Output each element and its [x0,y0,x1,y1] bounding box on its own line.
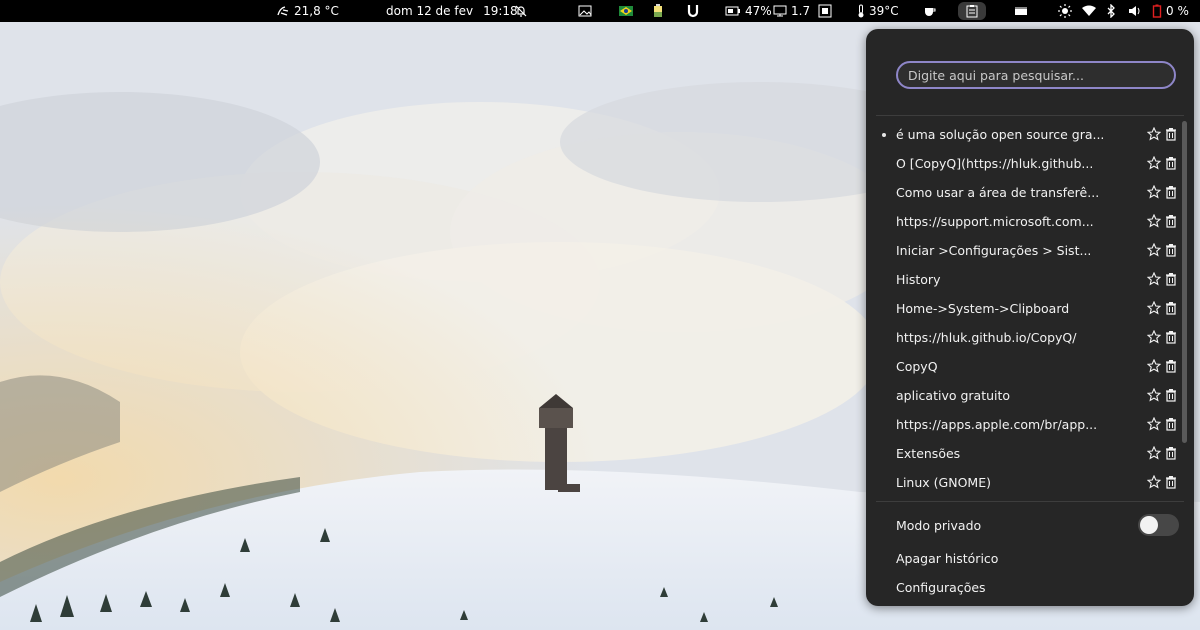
clock[interactable]: dom 12 de fev 19:18 [386,0,518,22]
clipboard-history-item-text: O [CopyQ](https://hluk.github... [896,156,1094,171]
trash-icon[interactable] [1164,446,1178,460]
battery-icon [725,5,741,17]
load-indicator[interactable]: 1.7 [773,0,810,22]
volume-percent: 0 % [1166,4,1189,18]
separator [876,501,1184,502]
thermometer-icon [857,4,865,18]
star-icon[interactable] [1146,445,1162,460]
monitor-icon [773,5,787,17]
memory-icon[interactable] [818,0,832,22]
star-icon[interactable] [1146,358,1162,373]
window-icon[interactable] [1014,0,1028,22]
magnet-icon[interactable] [687,0,699,22]
clear-history-button[interactable]: Apagar histórico [896,551,998,566]
trash-icon[interactable] [1164,475,1178,489]
battery-percent: 47% [745,4,772,18]
speaker-icon[interactable] [1128,0,1142,22]
trash-icon[interactable] [1164,243,1178,257]
clipboard-history-item-text: Iniciar >Configurações > Sist... [896,243,1092,258]
cpu-temp-value: 39°C [869,4,899,18]
clipboard-history-item[interactable]: CopyQ [866,353,1176,382]
star-icon[interactable] [1146,474,1162,489]
clipboard-history-item[interactable]: https://apps.apple.com/br/app... [866,411,1176,440]
wifi-icon[interactable] [1082,0,1096,22]
search-input[interactable] [896,61,1176,89]
image-icon[interactable] [578,0,592,22]
clipboard-history-item-text: https://hluk.github.io/CopyQ/ [896,330,1077,345]
clipboard-icon [966,4,978,18]
trash-icon[interactable] [1164,127,1178,141]
clipboard-history-item[interactable]: Home->System->Clipboard [866,295,1176,324]
clipboard-history-item[interactable]: O [CopyQ](https://hluk.github... [866,150,1176,179]
power-battery-icon [1152,4,1162,18]
flag-icon[interactable] [619,0,633,22]
star-icon[interactable] [1146,213,1162,228]
clipboard-history-item-text: Como usar a área de transferê... [896,185,1100,200]
star-icon[interactable] [1146,300,1162,315]
load-value: 1.7 [791,4,811,18]
trash-icon[interactable] [1164,156,1178,170]
power-indicator[interactable]: 0 % [1152,0,1189,22]
weather-indicator[interactable]: 21,8 °C [276,0,339,22]
clipboard-history-item[interactable]: Extensões [866,440,1176,469]
star-icon[interactable] [1146,184,1162,199]
star-icon[interactable] [1146,271,1162,286]
trash-icon[interactable] [1164,388,1178,402]
bell-muted-icon[interactable] [514,0,528,22]
star-icon[interactable] [1146,126,1162,141]
trash-icon[interactable] [1164,417,1178,431]
clipboard-history-item[interactable]: History [866,266,1176,295]
clipboard-history-item-text: Home->System->Clipboard [896,301,1070,316]
coffee-icon[interactable] [923,0,937,22]
trash-icon[interactable] [1164,185,1178,199]
trash-icon[interactable] [1164,330,1178,344]
clipboard-history-item[interactable]: Linux (GNOME) [866,469,1176,498]
private-mode-label: Modo privado [896,518,982,533]
star-icon[interactable] [1146,155,1162,170]
clipboard-history-item-text: aplicativo gratuito [896,388,1011,403]
clipboard-history-item-text: Linux (GNOME) [896,475,991,490]
separator [876,115,1184,116]
star-icon[interactable] [1146,329,1162,344]
battery-indicator[interactable]: 47% [725,0,772,22]
clipboard-history-item-text: https://apps.apple.com/br/app... [896,417,1098,432]
private-mode-toggle[interactable] [1138,514,1179,536]
scrollbar[interactable] [1182,121,1187,443]
battery-app-icon[interactable] [653,0,663,22]
star-icon[interactable] [1146,387,1162,402]
clipboard-history-item[interactable]: Como usar a área de transferê... [866,179,1176,208]
active-item-dot [882,133,886,137]
weather-temperature: 21,8 °C [294,4,339,18]
clipboard-history-item-text: History [896,272,941,287]
clock-date: dom 12 de fev [386,4,474,18]
trash-icon[interactable] [1164,301,1178,315]
star-icon[interactable] [1146,242,1162,257]
clipboard-history-item-text: é uma solução open source gra... [896,127,1105,142]
clipboard-history-item[interactable]: Iniciar >Configurações > Sist... [866,237,1176,266]
clipboard-history-item[interactable]: https://support.microsoft.com... [866,208,1176,237]
cpu-temp-indicator[interactable]: 39°C [857,0,899,22]
clipboard-history-item[interactable]: https://hluk.github.io/CopyQ/ [866,324,1176,353]
clipboard-menu: é uma solução open source gra... O [CopyQ… [866,29,1194,606]
trash-icon[interactable] [1164,214,1178,228]
trash-icon[interactable] [1164,272,1178,286]
clipboard-indicator-button[interactable] [958,2,986,20]
clock-time: 19:18 [483,4,518,18]
sun-icon[interactable] [1058,0,1072,22]
star-icon[interactable] [1146,416,1162,431]
clipboard-history-item-text: CopyQ [896,359,938,374]
bluetooth-icon[interactable] [1106,0,1116,22]
toggle-knob [1140,516,1158,534]
clipboard-history-item-text: Extensões [896,446,961,461]
weather-icon [276,4,290,18]
clipboard-history-item[interactable]: é uma solução open source gra... [866,121,1176,150]
top-bar: 21,8 °C dom 12 de fev 19:18 47% 1.7 39°C… [0,0,1200,22]
trash-icon[interactable] [1164,359,1178,373]
clipboard-history-item[interactable]: aplicativo gratuito [866,382,1176,411]
clipboard-history-item-text: https://support.microsoft.com... [896,214,1094,229]
settings-button[interactable]: Configurações [896,580,986,595]
